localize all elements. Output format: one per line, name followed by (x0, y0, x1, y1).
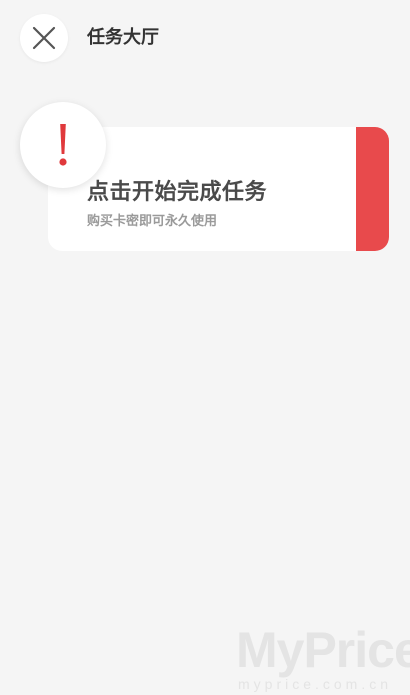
card-accent-bar (356, 127, 389, 251)
close-button[interactable] (20, 14, 68, 62)
close-icon (32, 26, 56, 50)
exclamation-icon (59, 124, 67, 166)
alert-badge (20, 102, 106, 188)
watermark-brand: MyPrice (236, 622, 410, 678)
watermark: MyPrice myprice.com.cn (236, 620, 410, 695)
watermark-domain: myprice.com.cn (238, 676, 393, 692)
card-subtitle: 购买卡密即可永久使用 (87, 214, 218, 229)
card-title: 点击开始完成任务 (87, 180, 268, 205)
page-title: 任务大厅 (87, 27, 159, 48)
